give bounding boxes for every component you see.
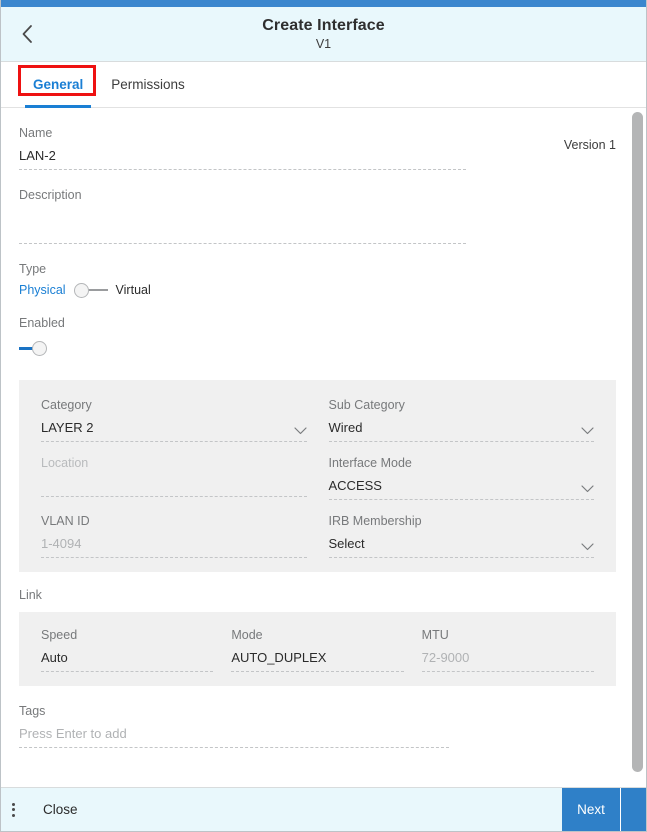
chevron-down-icon	[581, 543, 594, 551]
name-field[interactable]: Name LAN-2	[19, 126, 466, 170]
footer-menu-button[interactable]	[1, 788, 25, 831]
speed-label: Speed	[41, 628, 78, 642]
type-label: Type	[19, 262, 47, 276]
sub-category-value: Wired	[328, 420, 363, 435]
description-field[interactable]: Description	[19, 188, 616, 244]
category-label: Category	[41, 398, 92, 412]
description-input[interactable]	[19, 210, 466, 244]
category-field[interactable]: Category LAYER 2	[41, 398, 307, 442]
description-label: Description	[19, 188, 82, 202]
create-interface-dialog: Create Interface V1 General Permissions …	[0, 0, 647, 832]
category-grid: Category LAYER 2 Sub Category Wired Loca…	[41, 398, 594, 558]
page-subtitle: V1	[315, 37, 332, 51]
category-select[interactable]: LAYER 2	[41, 420, 307, 442]
version-text: Version 1	[563, 138, 616, 152]
enabled-label: Enabled	[19, 316, 65, 330]
vlan-id-input-row[interactable]: 1-4094	[41, 536, 307, 558]
chevron-down-icon	[293, 427, 307, 435]
location-field: Location	[41, 456, 307, 500]
mtu-label: MTU	[421, 628, 449, 642]
tab-bar: General Permissions	[1, 62, 646, 108]
sub-category-label: Sub Category	[328, 398, 405, 412]
type-toggle-row: Physical Virtual	[19, 282, 616, 298]
tags-label: Tags	[19, 704, 46, 718]
vertical-scrollbar[interactable]	[632, 108, 643, 787]
interface-mode-select[interactable]: ACCESS	[328, 478, 594, 500]
vlan-id-field[interactable]: VLAN ID 1-4094	[41, 514, 307, 558]
category-value: LAYER 2	[41, 420, 94, 435]
tags-field[interactable]: Tags Press Enter to add	[19, 704, 616, 748]
irb-membership-field[interactable]: IRB Membership Select	[328, 514, 594, 558]
chevron-down-icon	[581, 427, 594, 435]
enabled-toggle-switch[interactable]	[19, 340, 53, 357]
mode-field[interactable]: Mode AUTO_DUPLEX	[231, 628, 404, 672]
tab-general[interactable]: General	[19, 62, 97, 108]
name-row: Name LAN-2 Version 1	[19, 126, 616, 170]
form-scroll-area: Name LAN-2 Version 1 Description Type Ph…	[1, 108, 646, 787]
type-field: Type Physical Virtual	[19, 262, 616, 298]
sub-category-select[interactable]: Wired	[328, 420, 594, 442]
link-panel: Speed Auto Mode AUTO_DUPLEX MTU 72-9000	[19, 612, 616, 686]
link-section-label: Link	[19, 588, 42, 602]
location-label: Location	[41, 456, 89, 470]
mtu-field[interactable]: MTU 72-9000	[421, 628, 594, 672]
location-input	[41, 478, 307, 497]
close-button[interactable]: Close	[25, 788, 96, 831]
chevron-down-icon	[581, 485, 594, 493]
interface-mode-value: ACCESS	[328, 478, 382, 493]
irb-membership-select[interactable]: Select	[328, 536, 594, 558]
dialog-footer: Close Next	[1, 787, 646, 831]
tab-permissions[interactable]: Permissions	[97, 62, 199, 107]
form-content: Name LAN-2 Version 1 Description Type Ph…	[1, 108, 646, 787]
enabled-field: Enabled	[19, 316, 616, 362]
type-toggle-switch[interactable]	[73, 282, 108, 298]
tab-general-label: General	[33, 77, 84, 92]
type-option-virtual[interactable]: Virtual	[116, 283, 151, 297]
vlan-id-input[interactable]: 1-4094	[41, 536, 81, 551]
link-grid: Speed Auto Mode AUTO_DUPLEX MTU 72-9000	[41, 628, 594, 672]
type-toggle-knob	[73, 282, 89, 298]
irb-membership-value: Select	[328, 536, 365, 551]
category-panel: Category LAYER 2 Sub Category Wired Loca…	[19, 380, 616, 572]
interface-mode-field[interactable]: Interface Mode ACCESS	[328, 456, 594, 500]
next-button[interactable]: Next	[562, 788, 620, 831]
header-titles: Create Interface V1	[262, 17, 385, 52]
sub-category-field[interactable]: Sub Category Wired	[328, 398, 594, 442]
dialog-header: Create Interface V1	[1, 7, 646, 62]
irb-membership-label: IRB Membership	[328, 514, 422, 528]
vlan-id-label: VLAN ID	[41, 514, 90, 528]
mode-input[interactable]: AUTO_DUPLEX	[231, 650, 404, 672]
footer-spacer	[96, 788, 562, 831]
mtu-input[interactable]: 72-9000	[421, 650, 594, 672]
name-input[interactable]: LAN-2	[19, 148, 466, 170]
speed-field[interactable]: Speed Auto	[41, 628, 214, 672]
scrollbar-thumb[interactable]	[632, 112, 643, 772]
back-button[interactable]	[13, 20, 41, 48]
next-menu-button[interactable]	[620, 788, 646, 831]
tags-input[interactable]: Press Enter to add	[19, 726, 449, 748]
mode-label: Mode	[231, 628, 263, 642]
interface-mode-label: Interface Mode	[328, 456, 412, 470]
enabled-toggle-knob	[32, 341, 47, 356]
chevron-left-icon	[22, 25, 32, 43]
page-title: Create Interface	[262, 16, 385, 34]
speed-input[interactable]: Auto	[41, 650, 214, 672]
window-accent-strip	[1, 0, 646, 7]
name-label: Name	[19, 126, 53, 140]
kebab-menu-icon	[11, 802, 15, 817]
tab-permissions-label: Permissions	[111, 77, 185, 92]
type-option-physical[interactable]: Physical	[19, 283, 66, 297]
